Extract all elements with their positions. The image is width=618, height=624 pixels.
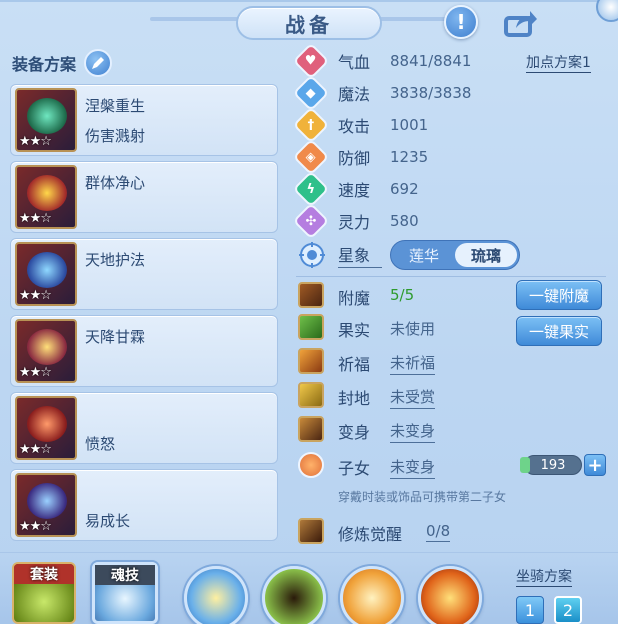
plan-card[interactable]: ★★☆ 易成长 — [10, 469, 278, 541]
window-title: 战备 — [236, 6, 382, 40]
constellation-option-lianhua[interactable]: 莲华 — [393, 243, 455, 267]
share-button[interactable] — [500, 6, 540, 40]
tab-suit[interactable]: 套装 — [12, 562, 76, 624]
plan-skill-icon: ★★☆ — [15, 242, 77, 306]
plan-card[interactable]: ★★☆ 天地护法 — [10, 238, 278, 310]
pencil-icon — [92, 57, 105, 69]
plan-subname: 愤怒 — [85, 435, 116, 453]
child-icon — [298, 452, 324, 478]
plan-name: 群体净心 — [85, 174, 146, 192]
child-label: 子女 — [338, 459, 371, 478]
transform-label: 变身 — [338, 423, 371, 442]
stat-row-speed: ϟ 速度 692 — [292, 170, 596, 208]
fruit-value: 未使用 — [390, 320, 436, 338]
fief-label: 封地 — [338, 389, 371, 408]
plan-subname: 易成长 — [85, 512, 131, 530]
plan-name: 天地护法 — [85, 251, 146, 269]
mana-icon: ◆ — [292, 74, 330, 112]
gem-icon — [520, 457, 530, 473]
edit-plan-button[interactable] — [84, 49, 113, 77]
plan-name: 天降甘霖 — [85, 328, 146, 346]
enchant-label: 附魔 — [338, 289, 371, 308]
speed-icon: ϟ — [292, 170, 330, 208]
title-ornament-left — [150, 17, 240, 21]
transform-icon — [298, 416, 324, 442]
title-bar: 战备 ! — [0, 0, 618, 44]
plan-skill-icon: ★★☆ — [15, 165, 77, 229]
sword-icon: † — [292, 106, 330, 144]
skill-slot-1-icon[interactable] — [184, 566, 248, 624]
plan-skill-icon: ★★☆ — [15, 88, 77, 152]
fruit-label: 果实 — [338, 321, 371, 340]
one-click-fruit-button[interactable]: 一键果实 — [516, 316, 602, 346]
blessing-value[interactable]: 未祈福 — [390, 352, 436, 375]
transform-value[interactable]: 未变身 — [390, 420, 436, 443]
cultivation-icon — [298, 518, 324, 544]
blessing-label: 祈福 — [338, 355, 371, 374]
plan-name: 涅槃重生 — [85, 97, 146, 115]
fruit-icon — [298, 314, 324, 340]
share-icon — [504, 11, 537, 37]
stat-row-spirit: ✣ 灵力 580 — [292, 202, 596, 240]
plan-card[interactable]: ★★☆ 群体净心 — [10, 161, 278, 233]
skill-slot-4-icon[interactable] — [418, 566, 482, 624]
exclamation-icon: ! — [456, 10, 466, 34]
equipment-plan-title: 装备方案 — [12, 55, 77, 74]
shield-icon: ◈ — [292, 138, 330, 176]
heart-icon: ♥ — [292, 42, 330, 80]
cultivation-value[interactable]: 0/8 — [426, 522, 451, 542]
section-divider — [296, 276, 606, 277]
stat-row-defense: ◈ 防御 1235 — [292, 138, 596, 176]
constellation-label[interactable]: 星象 — [338, 242, 382, 268]
stat-row-mp: ◆ 魔法 3838/3838 — [292, 74, 596, 112]
child-hint-text: 穿戴时装或饰品可携带第二子女 — [338, 490, 507, 504]
help-button[interactable]: ! — [444, 5, 478, 39]
blessing-icon — [298, 348, 324, 374]
mount-plan-title[interactable]: 坐骑方案 — [516, 566, 572, 587]
spirit-icon: ✣ — [292, 202, 330, 240]
constellation-toggle[interactable]: 莲华 琉璃 — [390, 240, 520, 270]
stat-row-attack: † 攻击 1001 — [292, 106, 596, 144]
plan-skill-icon: ★★☆ — [15, 473, 77, 537]
child-count-badge: 193 — [524, 455, 582, 475]
plan-skill-icon: ★★☆ — [15, 396, 77, 460]
enchant-value: 5/5 — [390, 286, 415, 304]
skill-slot-3-icon[interactable] — [340, 566, 404, 624]
plan-subname: 伤害溅射 — [85, 127, 146, 145]
tab-soul-skill[interactable]: 魂技 — [92, 562, 158, 624]
skill-slot-2-icon[interactable] — [262, 566, 326, 624]
plan-card[interactable]: ★★☆ 天降甘霖 — [10, 315, 278, 387]
plan-card[interactable]: ★★☆ 愤怒 — [10, 392, 278, 464]
plus-icon: + — [587, 454, 603, 476]
mount-plan-2-button[interactable]: 2 — [554, 596, 582, 624]
equipment-plan-list: ★★☆ 涅槃重生 伤害溅射 ★★☆ 群体净心 ★★☆ 天地护法 ★★☆ 天降甘霖… — [10, 84, 278, 546]
mount-plan-1-button[interactable]: 1 — [516, 596, 544, 624]
child-value[interactable]: 未变身 — [390, 456, 436, 479]
constellation-icon — [299, 242, 325, 268]
one-click-enchant-button[interactable]: 一键附魔 — [516, 280, 602, 310]
stat-row-hp: ♥ 气血 8841/8841 — [292, 42, 596, 80]
plan-skill-icon: ★★☆ — [15, 319, 77, 383]
fief-icon — [298, 382, 324, 408]
enchant-icon — [298, 282, 324, 308]
cultivation-label: 修炼觉醒 — [338, 525, 403, 544]
equipment-plan-header: 装备方案 — [12, 48, 132, 78]
add-child-button[interactable]: + — [584, 454, 606, 476]
fief-value[interactable]: 未受赏 — [390, 386, 436, 409]
plan-card[interactable]: ★★☆ 涅槃重生 伤害溅射 — [10, 84, 278, 156]
close-gem-icon[interactable] — [596, 0, 618, 22]
constellation-option-liuli[interactable]: 琉璃 — [455, 243, 517, 267]
